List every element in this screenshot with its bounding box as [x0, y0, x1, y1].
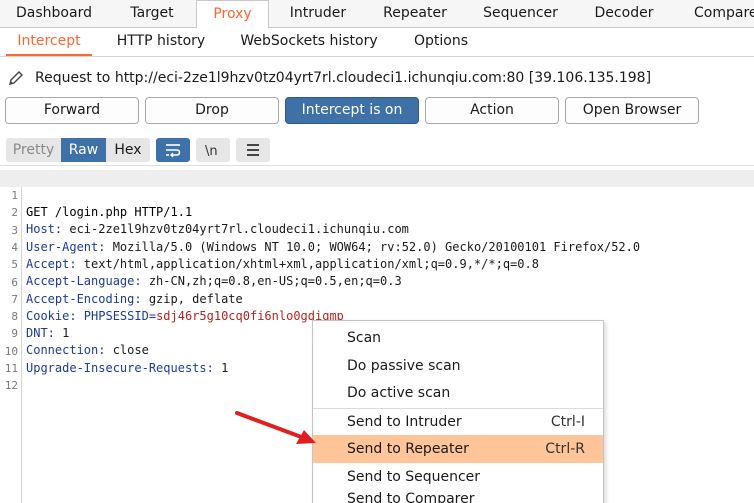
main-tab-bar: Dashboard Target Proxy Intruder Repeater… — [0, 0, 754, 29]
pretty-view-button[interactable]: Pretty — [6, 138, 61, 162]
subtab-http-history[interactable]: HTTP history — [100, 28, 222, 56]
menu-item-label: Send to Comparer — [347, 491, 475, 503]
editor-menu-button[interactable] — [236, 138, 270, 162]
tab-sequencer[interactable]: Sequencer — [463, 0, 578, 28]
editor-toolbar: Pretty Raw Hex \n — [0, 132, 754, 166]
svg-text:\n: \n — [205, 144, 218, 158]
forward-button[interactable]: Forward — [5, 97, 139, 124]
tab-comparer[interactable]: Compare — [670, 0, 754, 28]
context-menu: Scan Do passive scan Do active scan Send… — [312, 320, 604, 503]
hex-view-button[interactable]: Hex — [106, 138, 150, 162]
action-button[interactable]: Action — [425, 97, 559, 124]
subtab-options[interactable]: Options — [398, 28, 484, 56]
editor-line: 6 Accept-Encoding: gzip, deflate — [0, 257, 754, 306]
open-browser-button[interactable]: Open Browser — [565, 97, 699, 124]
show-newlines-button[interactable]: \n — [196, 138, 230, 162]
drop-button[interactable]: Drop — [145, 97, 279, 124]
proxy-sub-tab-bar: Intercept HTTP history WebSockets histor… — [0, 28, 754, 57]
menu-item-label: Do passive scan — [347, 358, 461, 374]
tab-intruder[interactable]: Intruder — [269, 0, 367, 28]
menu-item-send-to-comparer[interactable]: Send to Comparer — [313, 489, 603, 503]
request-target-text: Request to http://eci-2ze1l9hzv0tz04yrt7… — [35, 70, 652, 86]
menu-item-label: Scan — [347, 330, 382, 346]
editor-line: 4 Accept: text/html,application/xhtml+xm… — [0, 222, 754, 271]
menu-item-send-to-intruder[interactable]: Send to Intruder Ctrl-I — [313, 408, 603, 436]
editor-line: 1 GET /login.php HTTP/1.1 — [0, 170, 754, 219]
tab-target[interactable]: Target — [108, 0, 196, 28]
menu-item-scan[interactable]: Scan — [313, 324, 603, 352]
editor-line: 8 DNT: 1 — [0, 291, 754, 340]
menu-item-label: Send to Intruder — [347, 414, 462, 430]
annotation-arrow-icon — [235, 411, 316, 444]
subtab-websockets-history[interactable]: WebSockets history — [228, 28, 390, 56]
menu-item-send-to-repeater[interactable]: Send to Repeater Ctrl-R — [313, 435, 603, 463]
tab-repeater[interactable]: Repeater — [367, 0, 463, 28]
menu-item-label: Send to Sequencer — [347, 469, 481, 485]
menu-item-shortcut: Ctrl-R — [545, 441, 585, 457]
menu-item-active-scan[interactable]: Do active scan — [313, 379, 603, 407]
editor-line: 7 Cookie: PHPSESSID=sdj46r5g10cq0fi6nlo0… — [0, 274, 754, 323]
raw-view-button[interactable]: Raw — [61, 138, 106, 162]
menu-item-passive-scan[interactable]: Do passive scan — [313, 352, 603, 380]
tab-decoder[interactable]: Decoder — [578, 0, 670, 28]
wrap-toggle-button[interactable] — [156, 138, 190, 162]
menu-item-label: Send to Repeater — [347, 441, 469, 457]
menu-item-label: Do active scan — [347, 385, 451, 401]
tab-dashboard[interactable]: Dashboard — [0, 0, 108, 28]
intercept-toggle-button[interactable]: Intercept is on — [285, 97, 419, 124]
menu-item-shortcut: Ctrl-I — [550, 414, 585, 430]
editor-line: 5 Accept-Language: zh-CN,zh;q=0.8,en-US;… — [0, 239, 754, 288]
tab-proxy[interactable]: Proxy — [196, 0, 269, 29]
pencil-icon — [8, 70, 24, 86]
menu-item-send-to-sequencer[interactable]: Send to Sequencer — [313, 463, 603, 491]
subtab-intercept[interactable]: Intercept — [6, 28, 92, 56]
request-info-bar: Request to http://eci-2ze1l9hzv0tz04yrt7… — [0, 58, 754, 96]
editor-line: 3 User-Agent: Mozilla/5.0 (Windows NT 10… — [0, 205, 754, 254]
line-number: 12 — [4, 379, 18, 393]
editor-line: 2 Host: eci-2ze1l9hzv0tz04yrt7rl.cloudec… — [0, 187, 754, 236]
